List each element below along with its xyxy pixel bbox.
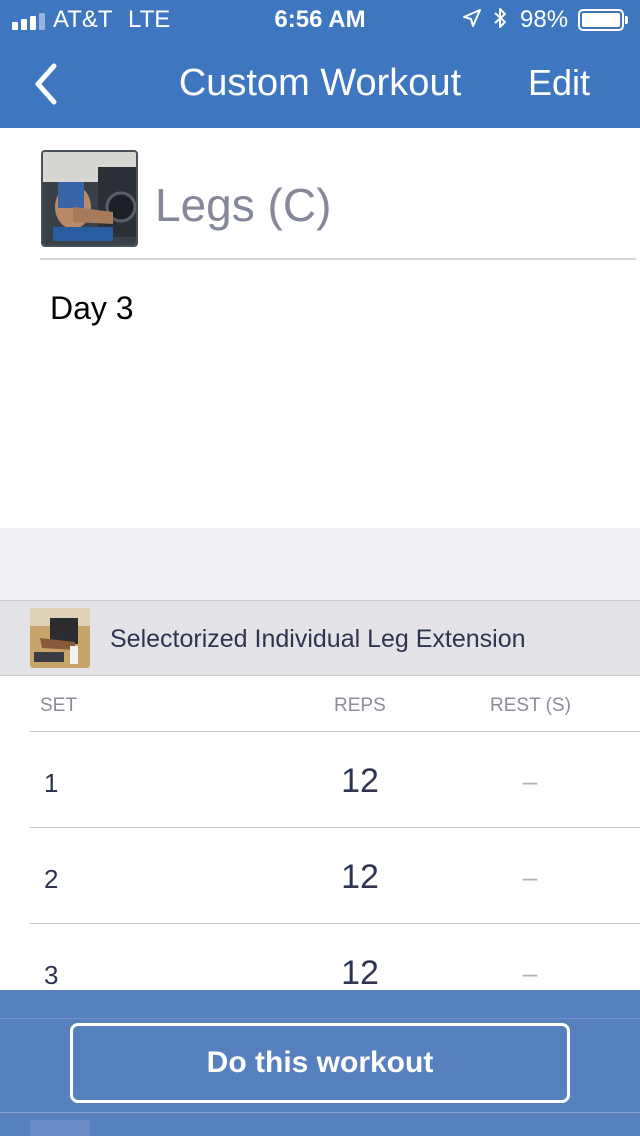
edit-button[interactable]: Edit (528, 62, 590, 104)
chevron-left-icon (35, 63, 57, 105)
next-item-thumbnail (30, 1120, 90, 1136)
location-arrow-icon (462, 8, 482, 34)
footer-bar: Do this workout (0, 990, 640, 1136)
do-this-workout-button[interactable]: Do this workout (70, 1023, 570, 1103)
set-reps: 12 (341, 858, 379, 896)
table-row[interactable]: 1 12 – (30, 732, 640, 828)
set-rest: – (522, 766, 538, 796)
set-reps: 12 (341, 762, 379, 800)
exercise-thumbnail (30, 608, 90, 668)
set-number: 3 (44, 960, 59, 990)
exercise-name: Selectorized Individual Leg Extension (110, 625, 526, 653)
battery-percent: 98% (520, 6, 569, 33)
navigation-bar: AT&T LTE 6:56 AM 98% Custom Workout Edit (0, 0, 640, 128)
set-rest: – (522, 862, 538, 892)
column-header-set: SET (40, 695, 77, 716)
section-separator (0, 528, 640, 600)
set-rest: – (522, 958, 538, 988)
divider (0, 1018, 640, 1019)
sets-table-header: SET REPS REST (S) (30, 676, 640, 732)
status-bar: AT&T LTE 6:56 AM 98% (0, 0, 640, 40)
set-number: 1 (44, 768, 59, 798)
divider (40, 258, 636, 260)
divider (0, 1112, 640, 1113)
set-reps: 12 (341, 954, 379, 992)
battery-icon (578, 9, 628, 31)
bluetooth-icon (492, 6, 508, 37)
exercise-header[interactable]: Selectorized Individual Leg Extension (0, 600, 640, 676)
set-number: 2 (44, 864, 59, 894)
workout-header: Legs (C) Day 3 (0, 128, 640, 528)
column-header-reps: REPS (334, 695, 386, 716)
column-header-rest: REST (S) (490, 695, 571, 716)
workout-name: Legs (C) (155, 179, 332, 231)
workout-thumbnail (41, 150, 138, 247)
table-row[interactable]: 2 12 – (30, 828, 640, 924)
workout-description: Day 3 (50, 290, 134, 326)
back-button[interactable] (28, 60, 68, 108)
